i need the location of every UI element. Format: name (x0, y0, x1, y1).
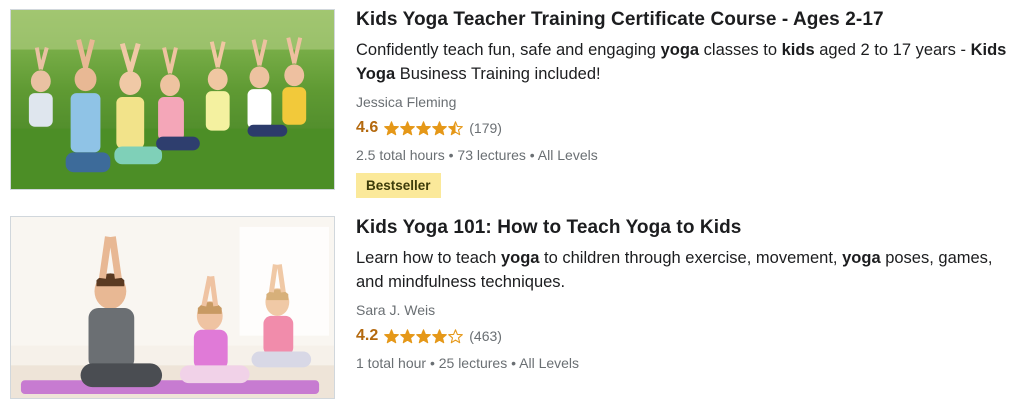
highlighted-keyword: yoga (660, 41, 700, 59)
rating-value: 4.2 (356, 327, 379, 344)
highlighted-keyword: kids (781, 41, 815, 59)
course-info: Kids Yoga 101: How to Teach Yoga to Kids… (356, 216, 1016, 373)
star-full-icon (416, 120, 432, 135)
description-text: classes to (699, 41, 782, 59)
star-full-icon (384, 328, 400, 343)
star-full-icon (400, 328, 416, 343)
star-full-icon (432, 328, 448, 343)
course-author: Sara J. Weis (356, 302, 436, 318)
course-card[interactable]: Kids Yoga Teacher Training Certificate C… (0, 0, 1024, 200)
star-full-icon (400, 120, 416, 135)
description-text: Confidently teach fun, safe and engaging (356, 41, 661, 59)
star-full-icon (432, 120, 448, 135)
course-rating: 4.6 (179) (356, 117, 1016, 139)
rating-stars (384, 120, 464, 136)
kids-yoga-indoor-image (11, 217, 334, 398)
star-full-icon (416, 328, 432, 343)
course-thumbnail[interactable] (10, 9, 335, 190)
course-thumbnail[interactable] (10, 216, 335, 399)
rating-count: (179) (469, 120, 502, 136)
star-half-icon (448, 120, 464, 135)
description-text: Learn how to teach (356, 249, 501, 267)
star-full-icon (384, 120, 400, 135)
course-meta: 1 total hour • 25 lectures • All Levels (356, 355, 580, 371)
course-rating: 4.2 (463) (356, 325, 1016, 347)
course-author: Jessica Fleming (356, 94, 457, 110)
highlighted-keyword: yoga (842, 249, 881, 267)
course-meta: 2.5 total hours • 73 lectures • All Leve… (356, 147, 598, 163)
highlighted-keyword: yoga (500, 249, 540, 267)
course-info: Kids Yoga Teacher Training Certificate C… (356, 8, 1016, 198)
description-text: to children through exercise, movement, (539, 249, 843, 267)
course-description: Confidently teach fun, safe and engaging… (356, 38, 1016, 86)
rating-count: (463) (469, 328, 502, 344)
kids-yoga-outdoor-image (11, 10, 334, 189)
course-title[interactable]: Kids Yoga 101: How to Teach Yoga to Kids (356, 216, 1016, 240)
course-card[interactable]: Kids Yoga 101: How to Teach Yoga to Kids… (0, 208, 1024, 416)
course-title[interactable]: Kids Yoga Teacher Training Certificate C… (356, 8, 1016, 32)
rating-value: 4.6 (356, 119, 379, 136)
bestseller-badge: Bestseller (356, 173, 441, 198)
star-empty-icon (448, 328, 464, 343)
rating-stars (384, 328, 464, 344)
description-text: Business Training included! (395, 65, 601, 83)
description-text: aged 2 to 17 years - (814, 41, 971, 59)
course-description: Learn how to teach yoga to children thro… (356, 246, 1016, 294)
